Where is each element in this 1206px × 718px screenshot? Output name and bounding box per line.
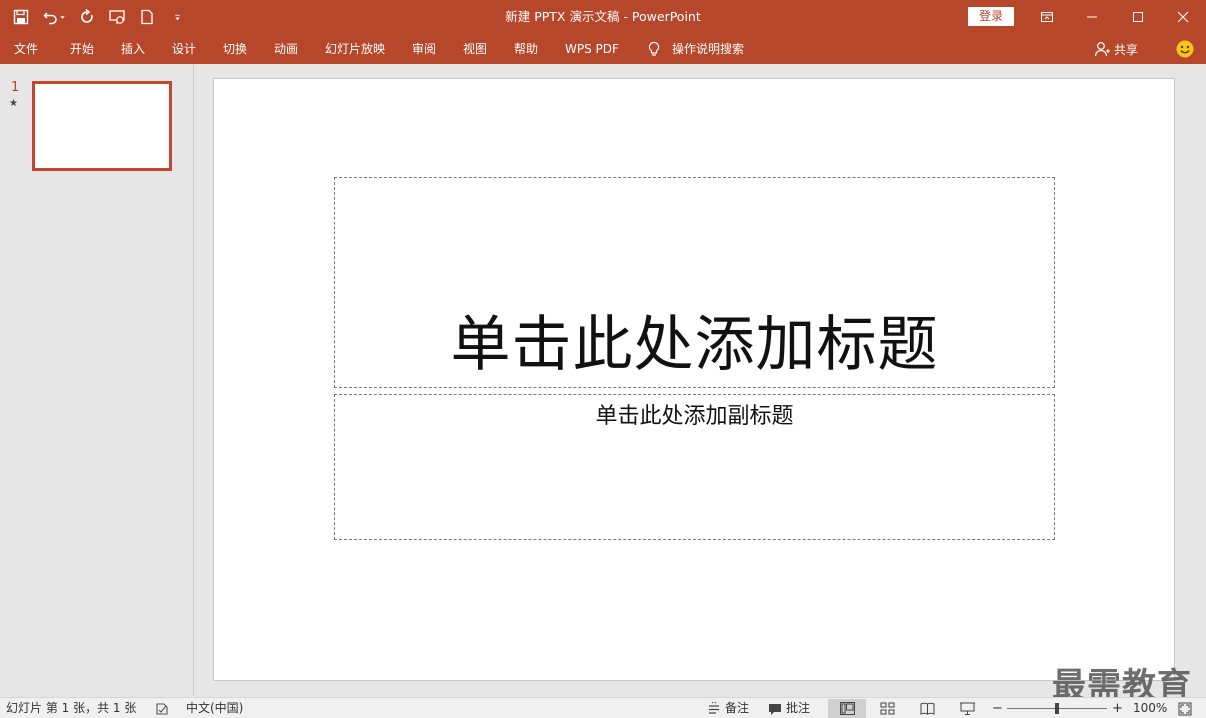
ribbon-display-options-button[interactable] [1024, 0, 1070, 34]
notes-icon [709, 701, 719, 714]
tab-insert[interactable]: 插入 [121, 34, 145, 64]
tab-help[interactable]: 帮助 [514, 34, 538, 64]
slide-canvas[interactable]: 单击此处添加标题 单击此处添加副标题 [213, 78, 1175, 681]
redo-icon [81, 9, 93, 23]
slideshow-from-start-icon [109, 10, 125, 24]
comment-icon [769, 703, 781, 715]
slideshow-view-icon [959, 702, 975, 715]
minimize-button[interactable] [1069, 0, 1115, 34]
slide-editing-area: 单击此处添加标题 单击此处添加副标题 [195, 64, 1206, 696]
quick-access-toolbar [10, 0, 188, 34]
slide-sorter-view-button[interactable] [868, 699, 906, 718]
smiley-feedback-icon[interactable] [1176, 40, 1194, 58]
slide-number: 1 [11, 80, 20, 95]
customize-qat-icon [174, 14, 180, 20]
slideshow-view-button[interactable] [948, 699, 986, 718]
comments-button[interactable]: 批注 [768, 698, 810, 718]
notes-button[interactable]: 备注 [707, 698, 749, 718]
tab-transitions[interactable]: 切换 [223, 34, 247, 64]
customize-qat-button[interactable] [166, 6, 188, 28]
title-placeholder-text: 单击此处添加标题 [450, 310, 939, 380]
share-label: 共享 [1114, 42, 1139, 57]
subtitle-placeholder-box[interactable]: 单击此处添加副标题 [334, 394, 1055, 540]
redo-button[interactable] [76, 6, 98, 28]
spelling-check-icon [156, 702, 168, 715]
zoom-in-button[interactable]: + [1112, 698, 1123, 718]
status-bar: 幻灯片 第 1 张，共 1 张 中文(中国) 备注 批注 − + 100% [0, 697, 1206, 718]
tab-review[interactable]: 审阅 [412, 34, 436, 64]
zoom-slider-thumb[interactable] [1055, 703, 1059, 714]
slide-thumbnail-pane: 1 ★ [0, 64, 194, 696]
chevron-down-icon [59, 15, 65, 19]
comments-label: 批注 [786, 701, 811, 715]
zoom-out-button[interactable]: − [992, 698, 1003, 718]
tab-view[interactable]: 视图 [463, 34, 487, 64]
zoom-level[interactable]: 100% [1133, 698, 1167, 718]
close-button[interactable] [1160, 0, 1206, 34]
subtitle-placeholder-text: 单击此处添加副标题 [595, 404, 794, 429]
fit-to-window-icon [1178, 702, 1192, 715]
slide-count-status: 幻灯片 第 1 张，共 1 张 [6, 701, 137, 715]
slide-sorter-icon [880, 702, 894, 715]
minimize-icon [1087, 16, 1097, 18]
tab-design[interactable]: 设计 [172, 34, 196, 64]
tab-wps-pdf[interactable]: WPS PDF [565, 34, 619, 64]
tab-animations[interactable]: 动画 [274, 34, 298, 64]
ribbon-tab-bar: 文件 开始 插入 设计 切换 动画 幻灯片放映 审阅 视图 帮助 WPS PDF… [0, 34, 1206, 64]
start-slideshow-button[interactable] [106, 6, 128, 28]
normal-view-icon [839, 702, 855, 715]
title-placeholder-box[interactable]: 单击此处添加标题 [334, 177, 1055, 388]
slide-animation-marker: ★ [9, 98, 18, 109]
undo-icon [42, 12, 57, 25]
tab-home[interactable]: 开始 [70, 34, 94, 64]
close-icon [1177, 11, 1189, 23]
tab-file[interactable]: 文件 [14, 34, 38, 64]
title-bar: 新建 PPTX 演示文稿 - PowerPoint 登录 [0, 0, 1206, 34]
ribbon-display-options-icon [1041, 12, 1053, 22]
reading-view-icon [920, 702, 934, 715]
maximize-icon [1133, 12, 1143, 22]
tell-me-search[interactable]: 操作说明搜索 [672, 34, 744, 64]
undo-button[interactable] [40, 6, 68, 28]
slide-thumbnail[interactable] [32, 81, 172, 171]
save-button[interactable] [10, 6, 32, 28]
normal-view-button[interactable] [828, 699, 866, 718]
reading-view-button[interactable] [908, 699, 946, 718]
tab-slideshow[interactable]: 幻灯片放映 [325, 34, 385, 64]
new-file-icon [141, 9, 153, 25]
spelling-check-button[interactable] [155, 698, 169, 718]
language-status[interactable]: 中文(中国) [186, 698, 243, 718]
share-button[interactable]: 共享 [1094, 34, 1138, 64]
person-icon [1094, 42, 1110, 57]
maximize-button[interactable] [1115, 0, 1161, 34]
new-file-button[interactable] [136, 6, 158, 28]
fit-slide-button[interactable] [1178, 698, 1192, 718]
notes-label: 备注 [725, 701, 750, 715]
save-icon [13, 9, 29, 25]
lightbulb-icon [648, 41, 660, 56]
login-button[interactable]: 登录 [968, 7, 1014, 26]
